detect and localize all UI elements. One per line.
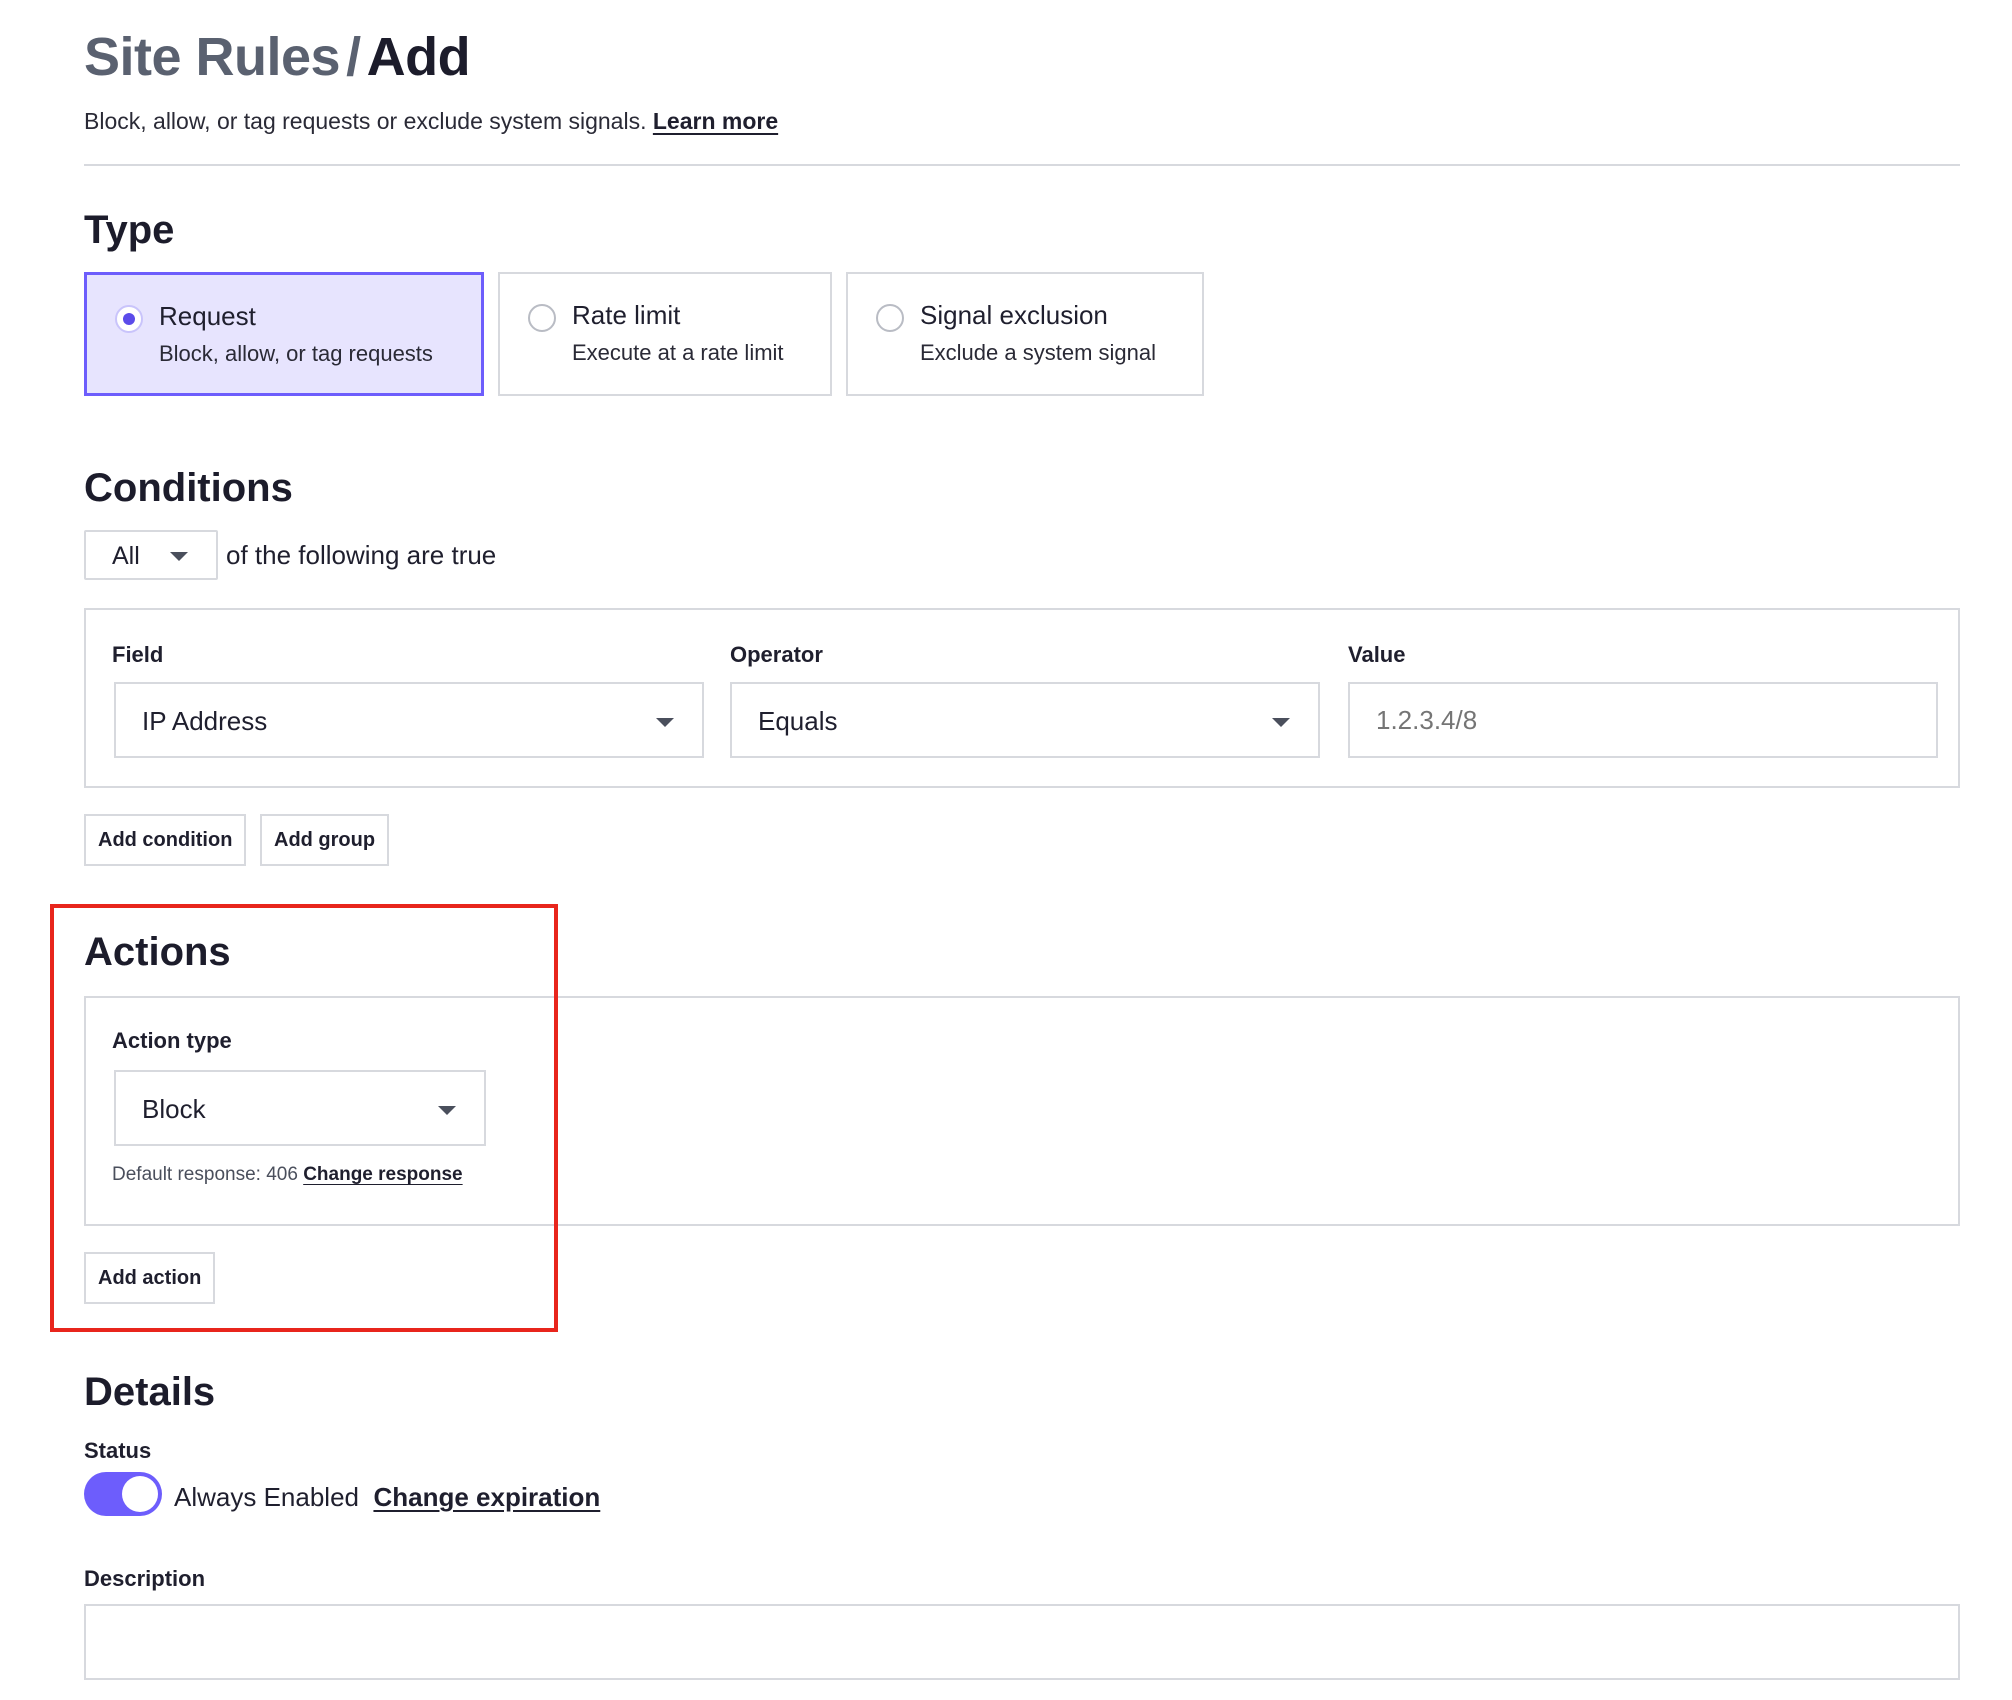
subtitle-text: Block, allow, or tag requests or exclude… [84, 108, 647, 134]
breadcrumb-site-rules[interactable]: Site Rules [84, 27, 341, 87]
default-response-text: Default response: 406 [112, 1164, 298, 1185]
description-label: Description [84, 1566, 206, 1591]
default-response-hint: Default response: 406 Change response [112, 1164, 463, 1186]
chevron-down-icon [438, 1106, 456, 1115]
toggle-knob [122, 1476, 158, 1512]
status-toggle[interactable] [84, 1472, 162, 1516]
status-text: Always Enabled [174, 1482, 359, 1512]
add-group-button[interactable]: Add group [260, 814, 390, 866]
type-option-signal-exclusion[interactable]: Signal exclusion Exclude a system signal [846, 272, 1204, 396]
details-heading: Details [84, 1370, 216, 1414]
action-type-label: Action type [112, 1028, 232, 1053]
type-option-desc: Block, allow, or tag requests [159, 341, 433, 366]
change-response-link[interactable]: Change response [303, 1164, 462, 1185]
add-action-button[interactable]: Add action [84, 1252, 216, 1304]
action-type-value: Block [142, 1094, 206, 1124]
status-label: Status [84, 1438, 152, 1463]
chevron-down-icon [656, 718, 674, 727]
field-select[interactable]: IP Address [114, 682, 704, 758]
condition-panel: Field IP Address Operator Equals Value [84, 608, 1960, 788]
field-label: Field [112, 642, 164, 667]
type-option-request[interactable]: Request Block, allow, or tag requests [84, 272, 484, 396]
radio-rate-limit[interactable] [528, 304, 556, 332]
page-title: Site Rules / Add [84, 26, 471, 88]
type-option-title: Signal exclusion [920, 300, 1108, 330]
match-suffix-text: of the following are true [226, 540, 497, 570]
learn-more-link[interactable]: Learn more [653, 108, 778, 134]
chevron-down-icon [1272, 718, 1290, 727]
type-option-desc: Execute at a rate limit [572, 340, 784, 365]
page-subtitle: Block, allow, or tag requests or exclude… [84, 108, 778, 135]
operator-select[interactable]: Equals [730, 682, 1320, 758]
radio-request[interactable] [115, 305, 143, 333]
value-input[interactable] [1348, 682, 1938, 758]
description-input[interactable] [84, 1604, 1960, 1680]
actions-heading: Actions [84, 930, 231, 974]
add-condition-button[interactable]: Add condition [84, 814, 247, 866]
type-option-title: Rate limit [572, 300, 681, 330]
type-option-rate-limit[interactable]: Rate limit Execute at a rate limit [498, 272, 832, 396]
match-all-select[interactable]: All [84, 530, 218, 580]
action-panel: Action type Block Default response: 406 … [84, 996, 1960, 1226]
status-row: Always Enabled Change expiration [174, 1482, 600, 1513]
header-divider [84, 164, 1960, 166]
type-option-title: Request [159, 301, 256, 331]
change-expiration-link[interactable]: Change expiration [373, 1482, 600, 1512]
operator-label: Operator [730, 642, 823, 667]
action-type-select[interactable]: Block [114, 1070, 486, 1146]
type-option-desc: Exclude a system signal [920, 340, 1156, 365]
field-select-value: IP Address [142, 706, 268, 736]
radio-signal-exclusion[interactable] [876, 304, 904, 332]
value-label: Value [1348, 642, 1406, 667]
operator-select-value: Equals [758, 706, 838, 736]
chevron-down-icon [170, 552, 188, 561]
breadcrumb-separator: / [346, 27, 361, 87]
breadcrumb-current: Add [366, 27, 471, 87]
type-heading: Type [84, 208, 175, 252]
conditions-heading: Conditions [84, 466, 293, 510]
match-all-value: All [112, 542, 140, 570]
